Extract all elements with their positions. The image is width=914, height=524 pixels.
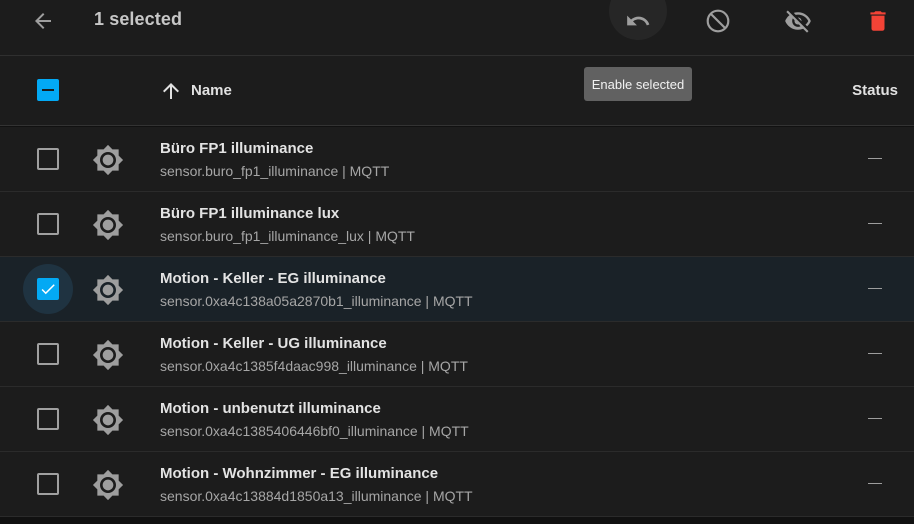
enable-selected-button[interactable] [609,0,667,42]
brightness-icon [92,469,124,501]
select-all-checkbox[interactable] [37,79,59,101]
entity-status: — [868,344,882,360]
entity-id: sensor.0xa4c13884d1850a13_illuminance | … [160,488,473,504]
entity-status: — [868,474,882,490]
back-button[interactable] [22,0,64,42]
row-checkbox-ripple [23,394,73,444]
entity-status: — [868,214,882,230]
selection-toolbar: 1 selected [0,0,914,56]
arrow-left-icon [35,13,51,29]
table-row[interactable]: Büro FP1 illuminance sensor.buro_fp1_ill… [0,127,914,192]
entity-name: Büro FP1 illuminance [160,140,314,157]
row-checkbox-ripple [23,459,73,509]
entity-id: sensor.0xa4c138a05a2870b1_illuminance | … [160,293,473,309]
row-checkbox[interactable] [37,213,59,235]
column-header-status[interactable]: Status [852,82,898,99]
row-checkbox[interactable] [37,343,59,365]
entity-id: sensor.0xa4c1385f4daac998_illuminance | … [160,358,468,374]
tooltip: Enable selected [584,67,692,101]
entity-name: Motion - Keller - UG illuminance [160,335,387,352]
hide-selected-button[interactable] [770,0,826,42]
row-checkbox[interactable] [37,148,59,170]
brightness-icon [92,339,124,371]
undo-icon [627,15,650,26]
block-icon [706,9,730,33]
row-checkbox-ripple [23,134,73,184]
entity-status: — [868,149,882,165]
table-row[interactable]: Motion - unbenutzt illuminance sensor.0x… [0,387,914,452]
row-checkbox-ripple [23,264,73,314]
row-checkbox[interactable] [37,473,59,495]
brightness-icon [92,274,124,306]
entity-id: sensor.buro_fp1_illuminance | MQTT [160,163,390,179]
brightness-icon [92,209,124,241]
entity-name: Büro FP1 illuminance lux [160,205,340,222]
delete-selected-button[interactable] [850,0,906,42]
entity-status: — [868,279,882,295]
row-checkbox-ripple [23,199,73,249]
table-row[interactable]: Motion - Keller - EG illuminance sensor.… [0,257,914,322]
disable-selected-button[interactable] [690,0,746,42]
entity-name: Motion - Wohnzimmer - EG illuminance [160,465,439,482]
table-row[interactable]: Motion - Wohnzimmer - EG illuminance sen… [0,452,914,517]
trash-icon [870,11,886,31]
table-row[interactable]: Motion - Keller - UG illuminance sensor.… [0,322,914,387]
table-header: Name Status [0,56,914,126]
row-checkbox[interactable] [37,278,59,300]
table-row[interactable]: Büro FP1 illuminance lux sensor.buro_fp1… [0,192,914,257]
selected-count: 1 selected [94,9,183,29]
check-icon [41,284,55,295]
entity-status: — [868,409,882,425]
arrow-up-icon[interactable] [159,79,183,103]
entity-id: sensor.0xa4c1385406446bf0_illuminance | … [160,423,469,439]
entity-id: sensor.buro_fp1_illuminance_lux | MQTT [160,228,415,244]
row-checkbox-ripple [23,329,73,379]
column-header-name[interactable]: Name [191,82,232,99]
entity-list: Büro FP1 illuminance sensor.buro_fp1_ill… [0,127,914,517]
indeterminate-dash [42,89,54,91]
brightness-icon [92,404,124,436]
entity-name: Motion - unbenutzt illuminance [160,400,381,417]
entity-name: Motion - Keller - EG illuminance [160,270,386,287]
brightness-icon [92,144,124,176]
row-checkbox[interactable] [37,408,59,430]
eye-off-icon [785,10,811,33]
